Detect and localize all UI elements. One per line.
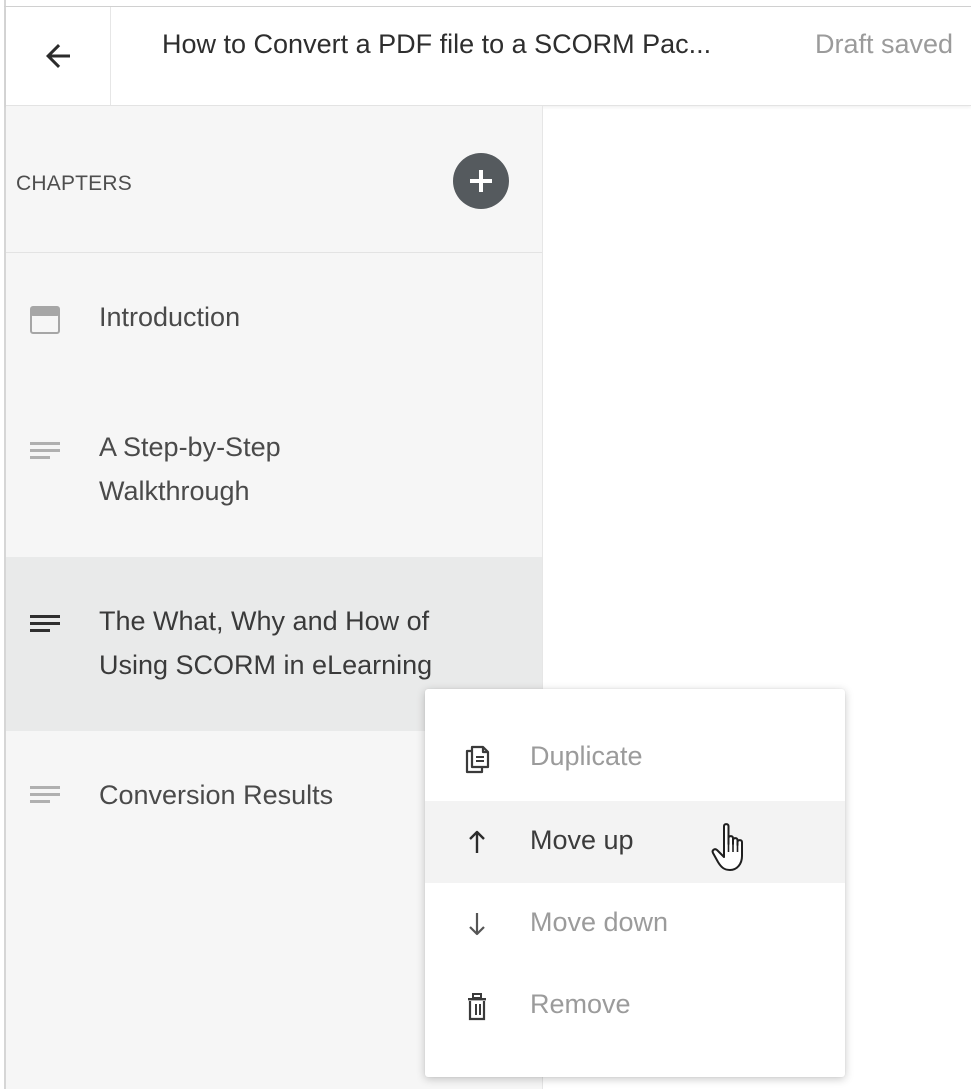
duplicate-icon [465, 745, 490, 774]
chapter-item-walkthrough[interactable]: A Step-by-Step Walkthrough [6, 406, 542, 546]
chapter-item-introduction[interactable]: Introduction [6, 271, 542, 361]
text-lines-icon [30, 615, 60, 632]
menu-label: Move up [530, 825, 634, 855]
chapter-label-line: Walkthrough [99, 476, 250, 506]
chapter-label-line: The What, Why and How of [99, 606, 430, 636]
arrow-down-icon [469, 913, 485, 936]
chapters-header: CHAPTERS [6, 106, 542, 253]
chapter-label-line: Using SCORM in eLearning [99, 650, 433, 680]
chapter-context-menu: Duplicate Move up Move down Remove [425, 689, 845, 1077]
chapter-label-line: Conversion Results [99, 780, 334, 810]
chapter-label: A Step-by-Step Walkthrough [99, 425, 281, 513]
menu-item-remove[interactable]: Remove [425, 965, 845, 1047]
back-button[interactable] [6, 7, 111, 105]
chapter-label-line: Introduction [99, 302, 241, 332]
hand-pointer-cursor-icon [711, 823, 743, 871]
menu-label: Duplicate [530, 741, 643, 771]
chapter-label: Conversion Results [99, 773, 333, 817]
text-lines-icon [30, 442, 60, 459]
chapter-label-line: A Step-by-Step [99, 432, 281, 462]
arrow-up-icon [469, 830, 485, 853]
arrow-left-icon [46, 44, 70, 68]
trash-icon [468, 993, 486, 1021]
menu-label: Remove [530, 989, 631, 1019]
menu-item-move-up[interactable]: Move up [425, 801, 845, 883]
page-title: How to Convert a PDF file to a SCORM Pac… [162, 29, 712, 59]
text-lines-icon [30, 786, 60, 803]
top-bar: How to Convert a PDF file to a SCORM Pac… [6, 7, 971, 106]
chapter-label: Introduction [99, 295, 240, 339]
menu-item-move-down[interactable]: Move down [425, 883, 845, 965]
draft-status: Draft saved [815, 29, 954, 59]
menu-item-duplicate[interactable]: Duplicate [425, 717, 845, 799]
plus-icon [470, 170, 492, 192]
chapters-label: CHAPTERS [16, 172, 132, 195]
page-header-icon [30, 306, 60, 334]
menu-label: Move down [530, 907, 669, 937]
chapter-label: The What, Why and How of Using SCORM in … [99, 599, 432, 687]
app-window: How to Convert a PDF file to a SCORM Pac… [0, 0, 971, 1089]
add-chapter-button[interactable] [453, 153, 509, 209]
